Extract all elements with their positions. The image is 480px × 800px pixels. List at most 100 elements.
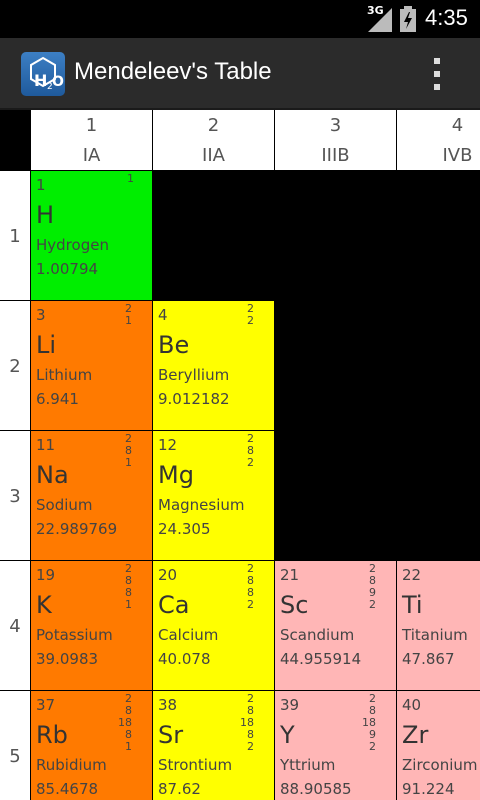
battery-icon bbox=[400, 6, 416, 32]
element-symbol: K bbox=[36, 591, 52, 619]
element-cell-rubidium[interactable]: 37 2 8 18 8 1 Rb Rubidium 85.4678 bbox=[30, 690, 152, 800]
electron-shells: 2 8 2 bbox=[247, 432, 254, 469]
element-cell-yttrium[interactable]: 39 2 8 18 9 2 Y Yttrium 88.90585 bbox=[274, 690, 396, 800]
element-name: Strontium bbox=[158, 756, 233, 774]
element-symbol: Na bbox=[36, 461, 69, 489]
element-symbol: Be bbox=[158, 331, 190, 359]
electron-shells: 2 8 18 8 1 bbox=[118, 692, 132, 753]
atomic-number: 11 bbox=[36, 436, 56, 454]
element-cell-calcium[interactable]: 20 2 8 8 2 Ca Calcium 40.078 bbox=[152, 560, 274, 690]
clock: 4:35 bbox=[425, 5, 468, 30]
element-cell-beryllium[interactable]: 4 2 2 Be Beryllium 9.012182 bbox=[152, 300, 274, 430]
atomic-mass: 85.4678 bbox=[36, 780, 99, 798]
svg-text:O: O bbox=[52, 74, 64, 90]
column-header-4[interactable]: 4 IVB bbox=[396, 110, 480, 170]
electron-shells: 2 8 18 8 2 bbox=[240, 692, 254, 753]
atomic-mass: 39.0983 bbox=[36, 650, 99, 668]
atomic-mass: 40.078 bbox=[158, 650, 211, 668]
atomic-number: 20 bbox=[158, 566, 178, 584]
atomic-number: 12 bbox=[158, 436, 178, 454]
atomic-mass: 44.955914 bbox=[280, 650, 362, 668]
column-number: 4 bbox=[451, 115, 464, 136]
element-name: Potassium bbox=[36, 626, 113, 644]
column-number: 2 bbox=[207, 115, 220, 136]
atomic-mass: 1.00794 bbox=[36, 260, 99, 278]
element-symbol: Sr bbox=[158, 721, 184, 749]
row-header-4[interactable]: 4 bbox=[0, 560, 30, 690]
element-name: Magnesium bbox=[158, 496, 245, 514]
element-cell-zirconium[interactable]: 40 Zr Zirconium 91.224 bbox=[396, 690, 480, 800]
element-name: Sodium bbox=[36, 496, 93, 514]
row-header-1[interactable]: 1 bbox=[0, 170, 30, 300]
element-symbol: Zr bbox=[402, 721, 429, 749]
element-cell-potassium[interactable]: 19 2 8 8 1 K Potassium 39.0983 bbox=[30, 560, 152, 690]
electron-shells: 2 8 8 2 bbox=[247, 562, 254, 611]
column-header-2[interactable]: 2 IIA bbox=[152, 110, 274, 170]
element-name: Calcium bbox=[158, 626, 219, 644]
atomic-number: 1 bbox=[36, 176, 46, 194]
element-cell-scandium[interactable]: 21 2 8 9 2 Sc Scandium 44.955914 bbox=[274, 560, 396, 690]
atomic-number: 22 bbox=[402, 566, 422, 584]
column-group: IIIB bbox=[321, 145, 350, 166]
element-symbol: Rb bbox=[36, 721, 68, 749]
atomic-number: 37 bbox=[36, 696, 56, 714]
overflow-menu-icon[interactable] bbox=[426, 56, 450, 92]
app-title: Mendeleev's Table bbox=[74, 58, 272, 85]
atomic-number: 39 bbox=[280, 696, 300, 714]
electron-shells: 1 bbox=[127, 172, 134, 185]
signal-icon bbox=[368, 8, 392, 32]
atomic-number: 3 bbox=[36, 306, 46, 324]
column-number: 3 bbox=[329, 115, 342, 136]
element-cell-lithium[interactable]: 3 2 1 Li Lithium 6.941 bbox=[30, 300, 152, 430]
element-name: Scandium bbox=[280, 626, 355, 644]
electron-shells: 2 2 bbox=[247, 302, 254, 327]
element-symbol: Y bbox=[280, 721, 295, 749]
atomic-number: 38 bbox=[158, 696, 178, 714]
table-corner bbox=[0, 110, 30, 170]
element-name: Hydrogen bbox=[36, 236, 109, 254]
atomic-mass: 9.012182 bbox=[158, 390, 230, 408]
element-cell-sodium[interactable]: 11 2 8 1 Na Sodium 22.989769 bbox=[30, 430, 152, 560]
atomic-mass: 6.941 bbox=[36, 390, 79, 408]
element-cell-magnesium[interactable]: 12 2 8 2 Mg Magnesium 24.305 bbox=[152, 430, 274, 560]
row-number: 1 bbox=[9, 226, 21, 247]
element-symbol: Ti bbox=[402, 591, 423, 619]
element-name: Yttrium bbox=[280, 756, 336, 774]
row-number: 3 bbox=[9, 486, 21, 507]
element-name: Rubidium bbox=[36, 756, 107, 774]
atomic-mass: 91.224 bbox=[402, 780, 455, 798]
column-header-3[interactable]: 3 IIIB bbox=[274, 110, 396, 170]
h2o-molecule-icon[interactable]: H 2 O bbox=[21, 52, 65, 96]
row-header-3[interactable]: 3 bbox=[0, 430, 30, 560]
row-header-2[interactable]: 2 bbox=[0, 300, 30, 430]
element-name: Titanium bbox=[402, 626, 468, 644]
atomic-mass: 22.989769 bbox=[36, 520, 118, 538]
element-cell-titanium[interactable]: 22 Ti Titanium 47.867 bbox=[396, 560, 480, 690]
atomic-number: 19 bbox=[36, 566, 56, 584]
atomic-mass: 24.305 bbox=[158, 520, 211, 538]
row-number: 4 bbox=[9, 616, 21, 637]
status-bar: 3G 4:35 bbox=[0, 0, 480, 38]
element-symbol: Li bbox=[36, 331, 57, 359]
element-cell-strontium[interactable]: 38 2 8 18 8 2 Sr Strontium 87.62 bbox=[152, 690, 274, 800]
periodic-table[interactable]: 1 IA 2 IIA 3 IIIB 4 IVB 1 2 3 4 5 1 1 H … bbox=[0, 110, 480, 800]
element-name: Zirconium bbox=[402, 756, 478, 774]
column-group: IVB bbox=[442, 145, 473, 166]
svg-text:H: H bbox=[34, 71, 47, 90]
column-header-1[interactable]: 1 IA bbox=[30, 110, 152, 170]
element-symbol: Mg bbox=[158, 461, 194, 489]
element-name: Lithium bbox=[36, 366, 93, 384]
row-header-5[interactable]: 5 bbox=[0, 690, 30, 800]
electron-shells: 2 8 8 1 bbox=[125, 562, 132, 611]
element-name: Beryllium bbox=[158, 366, 230, 384]
electron-shells: 2 8 9 2 bbox=[369, 562, 376, 611]
element-symbol: Sc bbox=[280, 591, 309, 619]
atomic-mass: 88.90585 bbox=[280, 780, 352, 798]
atomic-number: 21 bbox=[280, 566, 300, 584]
action-bar: H 2 O Mendeleev's Table bbox=[0, 38, 480, 110]
element-symbol: Ca bbox=[158, 591, 190, 619]
atomic-number: 4 bbox=[158, 306, 168, 324]
element-cell-hydrogen[interactable]: 1 1 H Hydrogen 1.00794 bbox=[30, 170, 152, 300]
row-number: 5 bbox=[9, 746, 21, 767]
column-number: 1 bbox=[85, 115, 98, 136]
